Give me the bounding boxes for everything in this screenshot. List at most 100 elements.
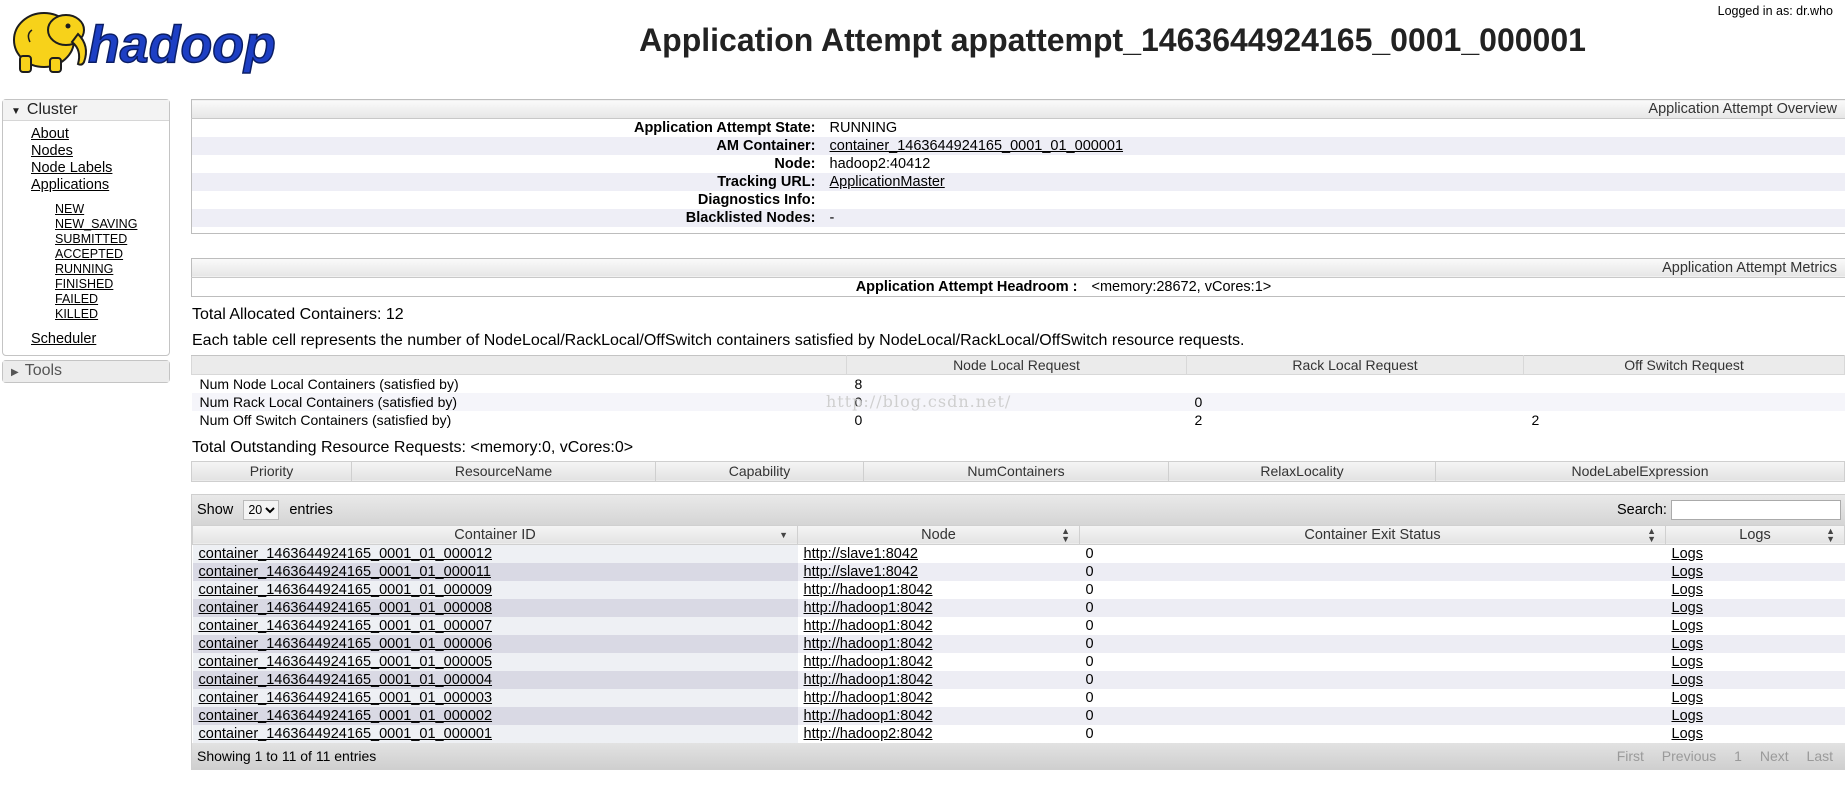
container-id-link[interactable]: container_1463644924165_0001_01_000008: [199, 600, 493, 616]
metrics-caption: Application Attempt Metrics: [191, 258, 1845, 278]
node-link[interactable]: http://slave1:8042: [804, 564, 918, 580]
nav-link-applications[interactable]: Applications: [31, 177, 109, 193]
tracking-url-link[interactable]: ApplicationMaster: [830, 174, 945, 190]
logs-link[interactable]: Logs: [1672, 690, 1703, 706]
exit-status: 0: [1085, 725, 1094, 742]
container-id-link[interactable]: container_1463644924165_0001_01_000011: [199, 564, 491, 580]
sort-both-icon: ▲ ▼: [1061, 525, 1070, 544]
node-link[interactable]: http://slave1:8042: [804, 546, 918, 562]
cluster-menu: ▼ Cluster About Nodes Node Labels Applica…: [2, 99, 170, 356]
node-link[interactable]: http://hadoop1:8042: [804, 600, 933, 616]
pager-last-button[interactable]: Last: [1807, 748, 1833, 764]
locality-cell: 2: [1531, 411, 1540, 428]
column-logs[interactable]: Logs ▲ ▼: [1665, 524, 1845, 545]
node-link[interactable]: http://hadoop1:8042: [804, 708, 933, 724]
locality-cell: 2: [1194, 411, 1203, 428]
attempt-overview-table: Application Attempt Overview Application…: [191, 99, 1845, 234]
table-row: container_1463644924165_0001_01_000004 ht…: [192, 670, 1845, 689]
container-id-link[interactable]: container_1463644924165_0001_01_000003: [199, 690, 493, 706]
logs-link[interactable]: Logs: [1672, 654, 1703, 670]
exit-status: 0: [1085, 581, 1094, 598]
locality-description: Each table cell represents the number of…: [192, 331, 1245, 349]
locality-cell: [1523, 392, 1845, 411]
node-link[interactable]: http://hadoop2:8042: [804, 726, 933, 742]
nav-link-nodes[interactable]: Nodes: [31, 143, 73, 159]
blacklisted-nodes-value: -: [829, 209, 1845, 227]
overview-key: Blacklisted Nodes:: [191, 209, 830, 227]
container-id-link[interactable]: container_1463644924165_0001_01_000009: [199, 582, 493, 598]
node-link[interactable]: http://hadoop1:8042: [804, 618, 933, 634]
app-state-accepted[interactable]: ACCEPTED: [55, 247, 123, 261]
pager-next-button[interactable]: Next: [1760, 748, 1789, 764]
app-state-failed[interactable]: FAILED: [55, 292, 98, 306]
column-node[interactable]: Node ▲ ▼: [797, 524, 1080, 545]
app-state-new-saving[interactable]: NEW_SAVING: [55, 217, 137, 231]
pager-previous-button[interactable]: Previous: [1662, 748, 1716, 764]
node-link[interactable]: http://hadoop1:8042: [804, 636, 933, 652]
header-priority: Priority: [191, 460, 352, 482]
logs-link[interactable]: Logs: [1672, 618, 1703, 634]
app-state-submitted[interactable]: SUBMITTED: [55, 232, 127, 246]
exit-status: 0: [1085, 617, 1094, 634]
am-container-link[interactable]: container_1463644924165_0001_01_000001: [830, 138, 1124, 154]
container-id-link[interactable]: container_1463644924165_0001_01_000001: [199, 726, 493, 742]
table-row: container_1463644924165_0001_01_000007 ht…: [192, 616, 1845, 635]
exit-status: 0: [1079, 670, 1666, 689]
column-container-id[interactable]: Container ID ▼: [192, 524, 798, 545]
exit-status: 0: [1079, 598, 1666, 617]
node-link[interactable]: http://hadoop1:8042: [804, 582, 933, 598]
container-id-link[interactable]: container_1463644924165_0001_01_000004: [199, 672, 493, 688]
exit-status: 0: [1079, 706, 1666, 725]
column-exit-status[interactable]: Container Exit Status ▲ ▼: [1079, 524, 1666, 545]
node-link[interactable]: http://hadoop1:8042: [804, 672, 933, 688]
resource-requests-table: Priority ResourceName Capability NumCont…: [191, 460, 1845, 482]
showing-entries-text: Showing 1 to 11 of 11 entries: [197, 747, 377, 764]
table-row: container_1463644924165_0001_01_000011 ht…: [192, 562, 1845, 581]
app-state-new[interactable]: NEW: [55, 202, 84, 216]
headroom-key: Application Attempt Headroom :: [855, 278, 1078, 295]
node-link[interactable]: http://hadoop1:8042: [804, 654, 933, 670]
pager-first-button[interactable]: First: [1617, 748, 1644, 764]
container-rows: container_1463644924165_0001_01_000012ht…: [192, 544, 1845, 743]
container-id-link[interactable]: container_1463644924165_0001_01_000012: [199, 546, 493, 562]
page-size-select[interactable]: 20: [243, 499, 280, 520]
overview-key: Application Attempt State:: [633, 120, 816, 136]
logged-in-status: Logged in as: dr.who: [1717, 4, 1833, 18]
sort-both-icon: ▲ ▼: [1647, 525, 1656, 544]
table-row: container_1463644924165_0001_01_000002 ht…: [192, 706, 1845, 725]
logs-link[interactable]: Logs: [1672, 546, 1703, 562]
pager-page-1-button[interactable]: 1: [1734, 748, 1742, 764]
logs-link[interactable]: Logs: [1672, 636, 1703, 652]
logs-link[interactable]: Logs: [1672, 600, 1703, 616]
app-state-running[interactable]: RUNNING: [55, 262, 113, 276]
logs-link[interactable]: Logs: [1672, 708, 1703, 724]
logs-link[interactable]: Logs: [1672, 582, 1703, 598]
logs-link[interactable]: Logs: [1672, 672, 1703, 688]
overview-key: AM Container:: [191, 137, 830, 155]
locality-row: Num Rack Local Containers (satisfied by)…: [191, 392, 1845, 411]
logs-link[interactable]: Logs: [1672, 564, 1703, 580]
nav-link-scheduler[interactable]: Scheduler: [31, 331, 96, 347]
nav-link-node-labels[interactable]: Node Labels: [31, 160, 112, 176]
container-id-link[interactable]: container_1463644924165_0001_01_000002: [199, 708, 493, 724]
locality-row-label: Num Node Local Containers (satisfied by): [199, 375, 459, 392]
nav-link-about[interactable]: About: [31, 126, 69, 142]
app-state-killed[interactable]: KILLED: [55, 307, 98, 321]
container-id-link[interactable]: container_1463644924165_0001_01_000007: [199, 618, 493, 634]
entries-label: entries: [289, 501, 333, 518]
locality-cell: 0: [1186, 392, 1524, 411]
container-id-link[interactable]: container_1463644924165_0001_01_000005: [199, 654, 493, 670]
logs-link[interactable]: Logs: [1672, 726, 1703, 742]
app-state-finished[interactable]: FINISHED: [55, 277, 113, 291]
container-id-link[interactable]: container_1463644924165_0001_01_000006: [199, 636, 493, 652]
locality-cell: 0: [854, 411, 863, 428]
exit-status: 0: [1079, 562, 1666, 581]
collapse-triangle-icon: ▼: [11, 106, 21, 117]
cluster-menu-header[interactable]: ▼ Cluster: [3, 100, 169, 121]
page-title: Application Attempt appattempt_146364492…: [639, 22, 1586, 58]
node-link[interactable]: http://hadoop1:8042: [804, 690, 933, 706]
tools-menu-header[interactable]: ▶ Tools: [3, 361, 169, 382]
hadoop-logo[interactable]: hadoop: [4, 4, 306, 78]
search-input[interactable]: [1671, 499, 1841, 520]
headroom-value: <memory:28672, vCores:1>: [1091, 278, 1272, 295]
